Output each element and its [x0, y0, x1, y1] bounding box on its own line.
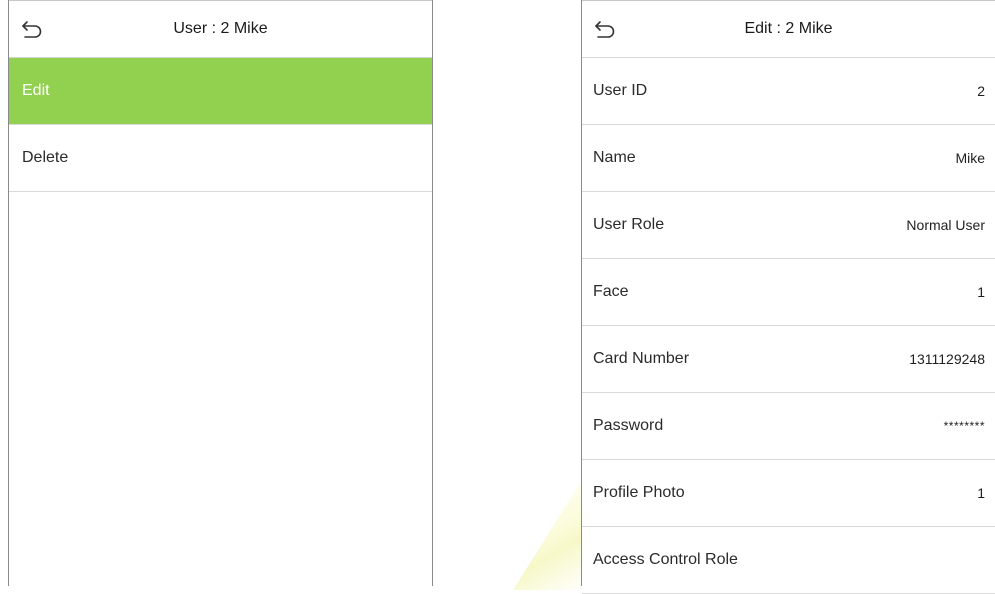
- back-arrow-icon[interactable]: [21, 20, 43, 38]
- field-access-control-role[interactable]: Access Control Role: [582, 527, 995, 594]
- field-value: 1: [977, 485, 985, 501]
- field-label: Access Control Role: [593, 551, 738, 568]
- field-value: 1: [977, 284, 985, 300]
- field-user-role[interactable]: User Role Normal User: [582, 192, 995, 259]
- field-profile-photo[interactable]: Profile Photo 1: [582, 460, 995, 527]
- field-face[interactable]: Face 1: [582, 259, 995, 326]
- user-menu-screen: User : 2 Mike Edit Delete: [8, 0, 433, 586]
- field-password[interactable]: Password ********: [582, 393, 995, 460]
- field-value: Mike: [955, 150, 985, 166]
- field-value: ********: [943, 419, 985, 433]
- back-arrow-icon[interactable]: [594, 20, 616, 38]
- edit-user-screen: Edit : 2 Mike User ID 2 Name Mike User R…: [581, 0, 995, 594]
- field-label: Name: [593, 149, 636, 166]
- field-label: User Role: [593, 216, 665, 233]
- field-label: Password: [593, 417, 664, 434]
- field-user-id[interactable]: User ID 2: [582, 58, 995, 125]
- field-label: User ID: [593, 82, 648, 99]
- title-bar: Edit : 2 Mike: [582, 0, 995, 58]
- field-label: Profile Photo: [593, 484, 685, 501]
- field-card-number[interactable]: Card Number 1311129248: [582, 326, 995, 393]
- field-value: 1311129248: [909, 351, 985, 367]
- menu-item-label: Edit: [22, 82, 50, 99]
- field-label: Face: [593, 283, 629, 300]
- title-bar: User : 2 Mike: [9, 0, 432, 58]
- menu-item-delete[interactable]: Delete: [9, 125, 432, 192]
- menu-item-edit[interactable]: Edit: [9, 58, 432, 125]
- page-title: Edit : 2 Mike: [744, 20, 833, 37]
- field-name[interactable]: Name Mike: [582, 125, 995, 192]
- page-title: User : 2 Mike: [173, 20, 268, 37]
- field-value: 2: [977, 83, 985, 99]
- field-value: Normal User: [906, 217, 985, 233]
- menu-item-label: Delete: [22, 149, 69, 166]
- field-label: Card Number: [593, 350, 690, 367]
